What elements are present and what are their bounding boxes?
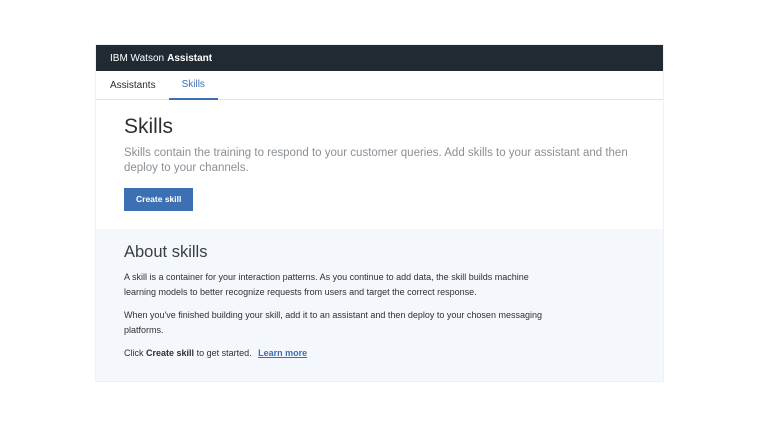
- skills-hero-section: Skills Skills contain the training to re…: [96, 100, 663, 229]
- page-title: Skills: [124, 115, 174, 138]
- cta-prefix: Click: [124, 348, 144, 358]
- get-started-text: Click Create skill to get started. Learn…: [124, 346, 554, 361]
- about-title: About skills: [124, 243, 208, 261]
- tab-bar: Assistants Skills: [96, 71, 663, 100]
- learn-more-link[interactable]: Learn more: [258, 348, 307, 358]
- about-paragraph-2: When you've finished building your skill…: [124, 310, 542, 335]
- create-skill-button[interactable]: Create skill: [124, 188, 194, 211]
- brand-product: Assistant: [167, 52, 213, 64]
- about-skills-section: About skills A skill is a container for …: [96, 229, 663, 381]
- cta-emphasis: Create skill: [146, 348, 195, 358]
- about-paragraph-1: A skill is a container for your interact…: [124, 272, 529, 297]
- tab-assistants[interactable]: Assistants: [96, 71, 169, 99]
- cta-suffix: to get started.: [196, 348, 252, 358]
- top-navigation-bar: IBM Watson Assistant: [96, 45, 663, 71]
- watson-assistant-window: IBM Watson Assistant Assistants Skills S…: [96, 45, 663, 381]
- brand-prefix: IBM Watson: [110, 52, 165, 64]
- page-description: Skills contain the training to respond t…: [124, 147, 628, 174]
- tab-skills[interactable]: Skills: [168, 71, 218, 100]
